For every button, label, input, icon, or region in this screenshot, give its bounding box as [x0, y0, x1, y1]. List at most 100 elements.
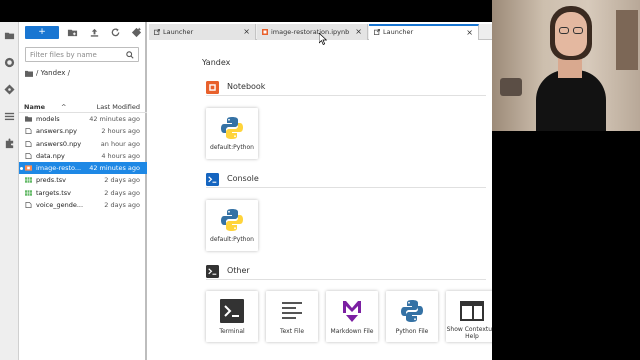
webcam-person-shirt [536, 70, 606, 131]
file-icon [25, 152, 32, 159]
file-modified: 4 hours ago [101, 151, 140, 160]
tab-label: Launcher [163, 28, 194, 36]
tab-launcher-1[interactable]: Launcher × [149, 24, 256, 40]
folder-icon[interactable] [4, 30, 15, 41]
upload-icon[interactable] [89, 27, 100, 38]
file-modified: 42 minutes ago [89, 164, 140, 173]
file-modified: 42 minutes ago [89, 115, 140, 123]
launcher-title: Yandex [202, 58, 231, 67]
notebook-section-icon [206, 81, 219, 94]
other-section-icon [206, 265, 219, 278]
spreadsheet-icon [25, 190, 32, 196]
file-list: models 42 minutes ago answers.npy 2 hours a… [19, 113, 147, 211]
card-label: Terminal [219, 328, 245, 335]
python-icon [401, 300, 423, 322]
file-name: image-resto... [36, 164, 82, 173]
file-browser-toolbar: + [19, 26, 147, 40]
markdown-icon [343, 301, 361, 322]
breadcrumb-path[interactable]: / Yandex / [36, 67, 70, 79]
sort-caret-icon: ^ [61, 103, 67, 111]
section-label: Other [227, 266, 250, 275]
card-label: default:Python [210, 144, 254, 151]
file-row[interactable]: models 42 minutes ago [19, 113, 147, 125]
file-modified: 2 days ago [104, 201, 140, 210]
webcam-object [500, 78, 522, 96]
file-row[interactable]: image-resto... 42 minutes ago [19, 162, 147, 175]
table-of-contents-icon[interactable] [4, 111, 15, 122]
new-launcher-button[interactable]: + [25, 26, 59, 39]
text-file-icon [282, 302, 302, 319]
close-icon[interactable]: × [466, 26, 473, 39]
markdown-file-card[interactable]: Markdown File [326, 291, 378, 342]
git-clone-icon[interactable] [131, 27, 142, 38]
text-file-card[interactable]: Text File [266, 291, 318, 342]
terminal-card[interactable]: Terminal [206, 291, 258, 342]
webcam-glasses-left [559, 27, 569, 34]
close-icon[interactable]: × [355, 24, 362, 40]
file-name: answers.npy [36, 127, 78, 136]
column-name-header[interactable]: Name [24, 101, 45, 113]
spreadsheet-icon [25, 177, 32, 184]
file-name: voice_gende... [36, 201, 84, 210]
new-folder-icon[interactable] [67, 27, 78, 38]
file-row[interactable]: voice_gende... 2 days ago [19, 199, 147, 211]
file-name: data.npy [36, 151, 65, 160]
file-list-header: Name ^ Last Modified [19, 101, 147, 113]
main-area: Launcher × image-restoration.ipynb × Lau… [149, 22, 492, 360]
file-icon [25, 202, 32, 209]
section-label: Notebook [227, 82, 266, 91]
file-icon [25, 140, 32, 147]
launcher-tab-icon [154, 29, 160, 35]
running-dot [20, 167, 23, 171]
section-notebook: Notebook [206, 80, 486, 96]
extensions-icon[interactable] [4, 138, 15, 149]
section-other: Other [206, 264, 486, 280]
file-row[interactable]: targets.tsv 2 days ago [19, 187, 147, 199]
webcam-glasses-right [573, 27, 583, 34]
file-modified: 2 days ago [104, 176, 140, 185]
file-row[interactable]: answers.npy 2 hours ago [19, 125, 147, 137]
card-label: Python File [395, 328, 429, 335]
column-modified-header[interactable]: Last Modified [97, 101, 140, 113]
launcher-panel: Yandex Notebook default:Python Console d… [149, 41, 492, 360]
card-label: Markdown File [330, 328, 374, 335]
file-name: models [36, 115, 60, 123]
contextual-help-icon [460, 301, 484, 321]
filter-files-input[interactable] [30, 49, 124, 60]
jupyterlab-window: + / Yandex / Name ^ Last Modified models… [0, 22, 492, 360]
terminal-icon [220, 299, 244, 323]
file-row[interactable]: data.npy 4 hours ago [19, 150, 147, 162]
python-icon [221, 209, 243, 231]
launcher-tab-icon [374, 29, 380, 35]
file-row[interactable]: preds.tsv 2 days ago [19, 174, 147, 186]
python-file-card[interactable]: Python File [386, 291, 438, 342]
git-icon[interactable] [4, 84, 15, 95]
file-name: preds.tsv [36, 176, 67, 185]
console-python-card[interactable]: default:Python [206, 200, 258, 251]
screen: + / Yandex / Name ^ Last Modified models… [0, 0, 640, 360]
folder-icon [25, 116, 32, 122]
webcam-overlay [492, 0, 640, 131]
refresh-icon[interactable] [110, 27, 121, 38]
tab-label: image-restoration.ipynb [271, 28, 350, 36]
file-modified: an hour ago [100, 139, 140, 148]
notebook-python-card[interactable]: default:Python [206, 108, 258, 159]
webcam-shelf [616, 10, 638, 70]
file-modified: 2 days ago [104, 188, 140, 197]
running-icon[interactable] [4, 57, 15, 68]
close-icon[interactable]: × [243, 24, 250, 40]
file-modified: 2 hours ago [101, 127, 140, 136]
card-label: Show Contextual Help [446, 326, 492, 340]
contextual-help-card[interactable]: Show Contextual Help [446, 291, 492, 342]
webcam-person-face [555, 12, 587, 56]
file-name: targets.tsv [36, 188, 71, 197]
home-folder-icon[interactable] [25, 70, 33, 77]
file-browser: + / Yandex / Name ^ Last Modified models… [19, 22, 147, 360]
file-icon [25, 128, 32, 135]
tab-image-restoration[interactable]: image-restoration.ipynb × [257, 24, 368, 40]
tab-label: Launcher [383, 28, 414, 36]
notebook-tab-icon [262, 29, 268, 35]
file-row[interactable]: answers0.npy an hour ago [19, 138, 147, 150]
tab-launcher-2[interactable]: Launcher × [369, 24, 479, 40]
card-label: default:Python [210, 236, 254, 243]
